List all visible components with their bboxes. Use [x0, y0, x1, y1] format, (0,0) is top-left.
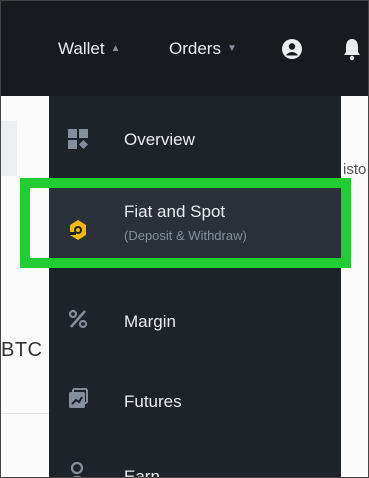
fiat-spot-icon: [70, 220, 86, 240]
background-left-text: BTC: [1, 339, 43, 361]
nav-wallet-label: Wallet: [58, 39, 105, 58]
top-nav-bar: Wallet ▲ Orders ▼: [1, 1, 368, 96]
background-strip: [1, 121, 17, 176]
background-divider: [1, 413, 49, 414]
menu-item-overview[interactable]: Overview: [49, 126, 341, 166]
menu-item-earn[interactable]: Earn: [49, 461, 341, 478]
menu-item-fiat-and-spot[interactable]: Fiat and Spot (Deposit & Withdraw): [49, 188, 341, 266]
menu-item-futures-label: Futures: [124, 392, 182, 411]
earn-icon: [70, 461, 84, 477]
caret-up-icon: ▲: [110, 43, 121, 54]
screenshot-frame: Wallet ▲ Orders ▼ isto BTC Overview Fiat…: [0, 0, 369, 478]
grid-icon: [68, 129, 88, 149]
caret-down-icon: ▼: [226, 43, 237, 54]
nav-orders[interactable]: Orders ▼: [169, 38, 237, 60]
nav-wallet[interactable]: Wallet ▲: [58, 38, 121, 60]
menu-item-earn-label: Earn: [124, 467, 160, 478]
bell-icon[interactable]: [342, 37, 362, 61]
user-circle-icon[interactable]: [282, 39, 302, 59]
menu-item-overview-label: Overview: [124, 130, 195, 149]
menu-item-fiat-and-spot-sublabel: (Deposit & Withdraw): [124, 228, 247, 243]
menu-item-futures[interactable]: Futures: [49, 388, 341, 428]
wallet-dropdown-menu: Overview Fiat and Spot (Deposit & Withdr…: [49, 96, 341, 478]
background-right-text: isto: [343, 161, 367, 178]
nav-orders-label: Orders: [169, 39, 221, 58]
menu-item-margin-label: Margin: [124, 312, 176, 331]
menu-item-margin[interactable]: Margin: [49, 308, 341, 348]
menu-item-fiat-and-spot-label: Fiat and Spot: [124, 202, 226, 221]
percent-icon: [68, 309, 88, 329]
futures-icon: [69, 388, 88, 408]
